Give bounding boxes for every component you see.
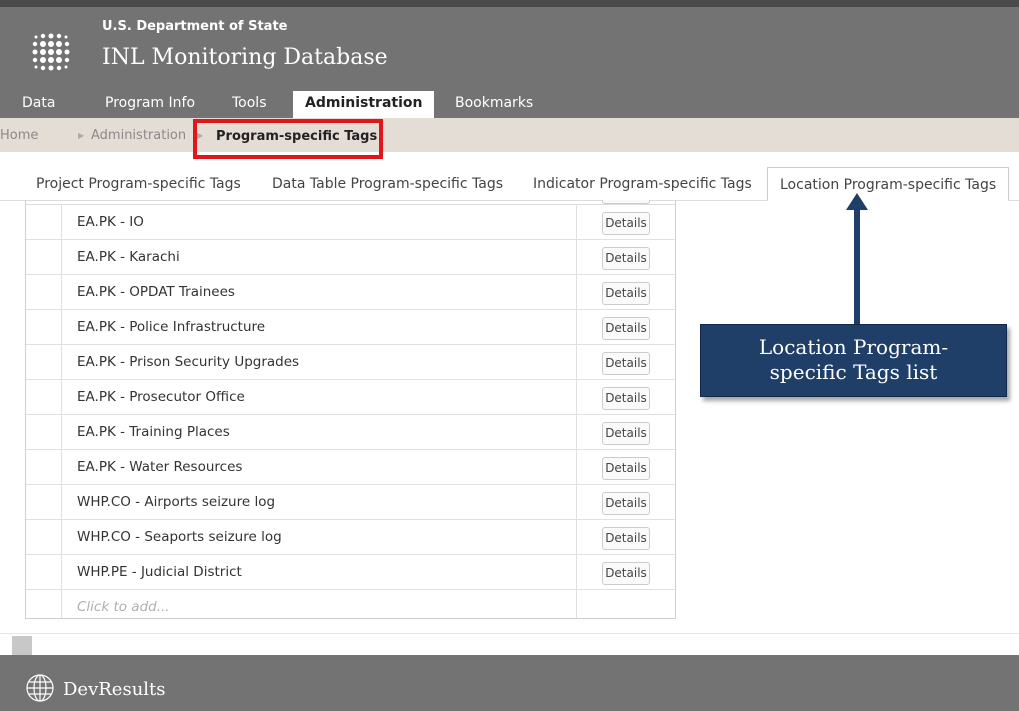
- tag-name: EA.PK - Prison Security Upgrades: [77, 354, 300, 370]
- arrow-shaft: [854, 206, 860, 326]
- row-handle[interactable]: [26, 310, 62, 344]
- table-row: WHP.PE - Judicial District Details: [26, 555, 675, 590]
- table-row: EA.PK - Prison Security Upgrades Details: [26, 345, 675, 380]
- tag-name: WHP.CO - Seaports seizure log: [77, 529, 282, 545]
- tag-name: EA.PK - Karachi: [77, 249, 180, 265]
- row-handle[interactable]: [26, 345, 62, 379]
- table-row: WHP.CO - Seaports seizure log Details: [26, 520, 675, 555]
- row-handle[interactable]: [26, 450, 62, 484]
- row-handle[interactable]: [26, 380, 62, 414]
- state-department-seal-icon: [32, 33, 70, 71]
- app-footer: DevResults: [0, 655, 1019, 711]
- table-row: EA.PK - OPDAT Trainees Details: [26, 275, 675, 310]
- table-row: EA.PK - Training Places Details: [26, 415, 675, 450]
- details-button[interactable]: Details: [602, 492, 650, 515]
- nav-tab-program-info[interactable]: Program Info: [105, 91, 195, 118]
- column-divider: [576, 485, 577, 519]
- tag-name: EA.PK - Prosecutor Office: [77, 389, 245, 405]
- nav-tab-data[interactable]: Data: [22, 91, 55, 118]
- table-row: EA.PK - IO Details: [26, 205, 675, 240]
- tag-name: EA.PK - Police Infrastructure: [77, 319, 266, 335]
- breadcrumb-separator-icon: ▶: [78, 131, 85, 140]
- callout-line-1: Location Program-: [758, 335, 949, 359]
- row-handle[interactable]: [26, 555, 62, 589]
- row-handle[interactable]: [26, 520, 62, 554]
- breadcrumb: Home ▶ Administration ▶: [0, 118, 1019, 152]
- scrollbar-thumb[interactable]: [12, 636, 32, 656]
- app-header: U.S. Department of State INL Monitoring …: [0, 0, 1019, 118]
- nav-tab-tools[interactable]: Tools: [232, 91, 267, 118]
- location-tags-table: EA.PK - IO Details EA.PK - Karachi Detai…: [25, 200, 676, 619]
- table-row: EA.PK - Police Infrastructure Details: [26, 310, 675, 345]
- details-button[interactable]: Details: [602, 562, 650, 585]
- column-divider: [576, 275, 577, 309]
- tab-indicator-tags[interactable]: Indicator Program-specific Tags: [533, 167, 752, 201]
- details-button[interactable]: Details: [602, 527, 650, 550]
- tag-name: EA.PK - Training Places: [77, 424, 230, 440]
- tab-location-tags[interactable]: Location Program-specific Tags: [767, 167, 1010, 201]
- add-row[interactable]: Click to add...: [26, 590, 675, 618]
- row-handle[interactable]: [26, 240, 62, 274]
- column-divider: [576, 590, 577, 618]
- details-button[interactable]: Details: [602, 282, 650, 305]
- column-divider: [576, 415, 577, 449]
- column-divider: [576, 520, 577, 554]
- table-row: WHP.CO - Airports seizure log Details: [26, 485, 675, 520]
- tag-name: WHP.PE - Judicial District: [77, 564, 242, 580]
- details-button[interactable]: Details: [602, 317, 650, 340]
- column-divider: [576, 345, 577, 379]
- tag-name: EA.PK - IO: [77, 214, 144, 230]
- column-divider: [576, 555, 577, 589]
- details-button[interactable]: Details: [602, 352, 650, 375]
- column-divider: [576, 205, 577, 239]
- nav-tab-administration[interactable]: Administration: [293, 91, 435, 118]
- callout-line-2: specific Tags list: [769, 360, 938, 384]
- details-button[interactable]: Details: [602, 422, 650, 445]
- tab-project-tags[interactable]: Project Program-specific Tags: [36, 167, 241, 201]
- row-handle[interactable]: [26, 415, 62, 449]
- column-divider: [576, 450, 577, 484]
- breadcrumb-administration[interactable]: Administration: [91, 128, 186, 143]
- table-row: EA.PK - Water Resources Details: [26, 450, 675, 485]
- details-button-partial: [602, 200, 650, 204]
- row-handle[interactable]: [26, 275, 62, 309]
- horizontal-scrollbar[interactable]: [0, 633, 1019, 656]
- column-divider: [576, 310, 577, 344]
- table-row: EA.PK - Prosecutor Office Details: [26, 380, 675, 415]
- app-title: INL Monitoring Database: [102, 45, 388, 70]
- breadcrumb-current: Program-specific Tags: [216, 129, 378, 144]
- details-button[interactable]: Details: [602, 457, 650, 480]
- footer-brand: DevResults: [63, 679, 166, 700]
- organization-name: U.S. Department of State: [102, 19, 288, 34]
- annotation-callout: Location Program- specific Tags list: [700, 324, 1007, 397]
- details-button[interactable]: Details: [602, 212, 650, 235]
- add-tag-placeholder[interactable]: Click to add...: [77, 599, 170, 615]
- tag-name: EA.PK - Water Resources: [77, 459, 243, 475]
- row-handle[interactable]: [26, 205, 62, 239]
- nav-tab-bookmarks[interactable]: Bookmarks: [455, 91, 533, 118]
- tag-name: EA.PK - OPDAT Trainees: [77, 284, 235, 300]
- row-handle: [26, 590, 62, 618]
- row-handle[interactable]: [26, 485, 62, 519]
- tag-name: WHP.CO - Airports seizure log: [77, 494, 276, 510]
- devresults-logo-icon: [26, 674, 54, 702]
- details-button[interactable]: Details: [602, 387, 650, 410]
- column-divider: [576, 240, 577, 274]
- details-button[interactable]: Details: [602, 247, 650, 270]
- table-row: EA.PK - Karachi Details: [26, 240, 675, 275]
- header-top-border: [0, 0, 1019, 7]
- column-divider: [576, 380, 577, 414]
- main-nav: Data Program Info Tools Administration B…: [0, 91, 1019, 118]
- breadcrumb-home[interactable]: Home: [0, 128, 38, 143]
- tab-data-table-tags[interactable]: Data Table Program-specific Tags: [272, 167, 503, 201]
